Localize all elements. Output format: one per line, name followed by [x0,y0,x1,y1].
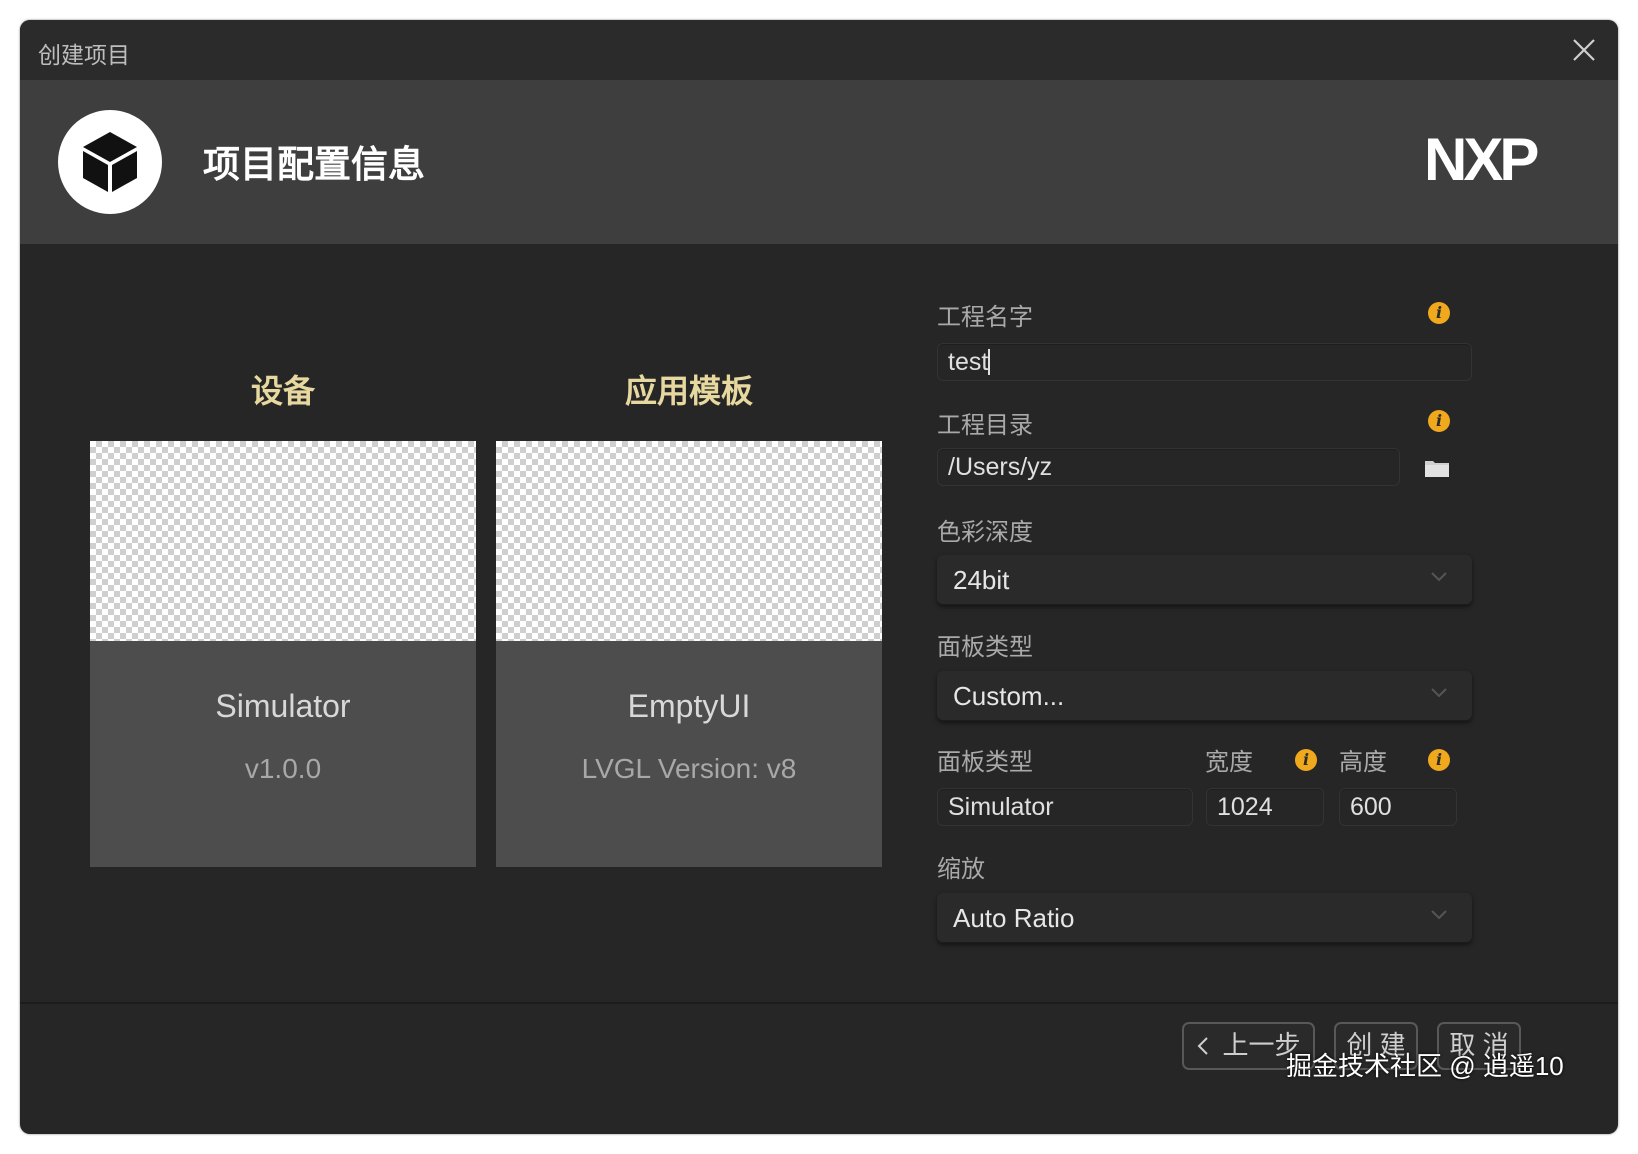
color-depth-label: 色彩深度 [937,519,1033,546]
footer-divider [20,1002,1618,1004]
template-preview [496,441,882,641]
device-card-title: 设备 [250,373,315,409]
window-title: 创建项目 [38,42,130,68]
color-depth-select[interactable]: 24bit [937,555,1472,605]
width-input[interactable]: 1024 [1206,788,1324,826]
cube-icon [58,110,162,214]
folder-icon[interactable] [1424,458,1450,483]
info-icon[interactable]: i [1428,302,1450,324]
page-title: 项目配置信息 [203,144,425,185]
chevron-down-icon [1431,688,1447,698]
info-icon[interactable]: i [1428,410,1450,432]
panel-name-input[interactable]: Simulator [937,788,1193,826]
width-label: 宽度 [1205,749,1253,776]
info-icon[interactable]: i [1428,749,1450,771]
project-dir-label: 工程目录 [937,412,1033,439]
chevron-down-icon [1431,910,1447,920]
nxp-logo: NXP [1424,126,1574,193]
chevron-down-icon [1431,572,1447,582]
project-name-input[interactable]: test [937,343,1472,381]
device-name: Simulator [215,688,351,724]
template-card-title: 应用模板 [624,373,753,409]
watermark: 掘金技术社区 @ 逍遥10 [1286,1051,1564,1081]
dialog-header: 项目配置信息 NXP [20,80,1618,244]
project-name-label: 工程名字 [937,304,1033,331]
create-project-dialog: 创建项目 项目配置信息 NXP 设备 Simulator v1.0.0 应用模板… [20,20,1618,1134]
close-icon[interactable] [1568,34,1600,66]
device-version: v1.0.0 [244,753,322,784]
height-input[interactable]: 600 [1339,788,1457,826]
template-version: LVGL Version: v8 [581,753,797,784]
project-dir-input[interactable]: /Users/yz [937,448,1400,486]
scale-label: 缩放 [937,856,985,883]
template-card[interactable]: EmptyUI LVGL Version: v8 [496,441,882,867]
device-card[interactable]: Simulator v1.0.0 [90,441,476,867]
height-label: 高度 [1339,749,1387,776]
title-bar: 创建项目 [20,20,1618,80]
panel-type-select[interactable]: Custom... [937,671,1472,721]
svg-text:NXP: NXP [1424,132,1537,188]
scale-select[interactable]: Auto Ratio [937,893,1472,943]
chevron-left-icon [1198,1037,1209,1055]
info-icon[interactable]: i [1295,749,1317,771]
template-name: EmptyUI [627,688,751,724]
panel-type-label-2: 面板类型 [937,749,1033,776]
device-preview [90,441,476,641]
panel-type-label: 面板类型 [937,634,1033,661]
